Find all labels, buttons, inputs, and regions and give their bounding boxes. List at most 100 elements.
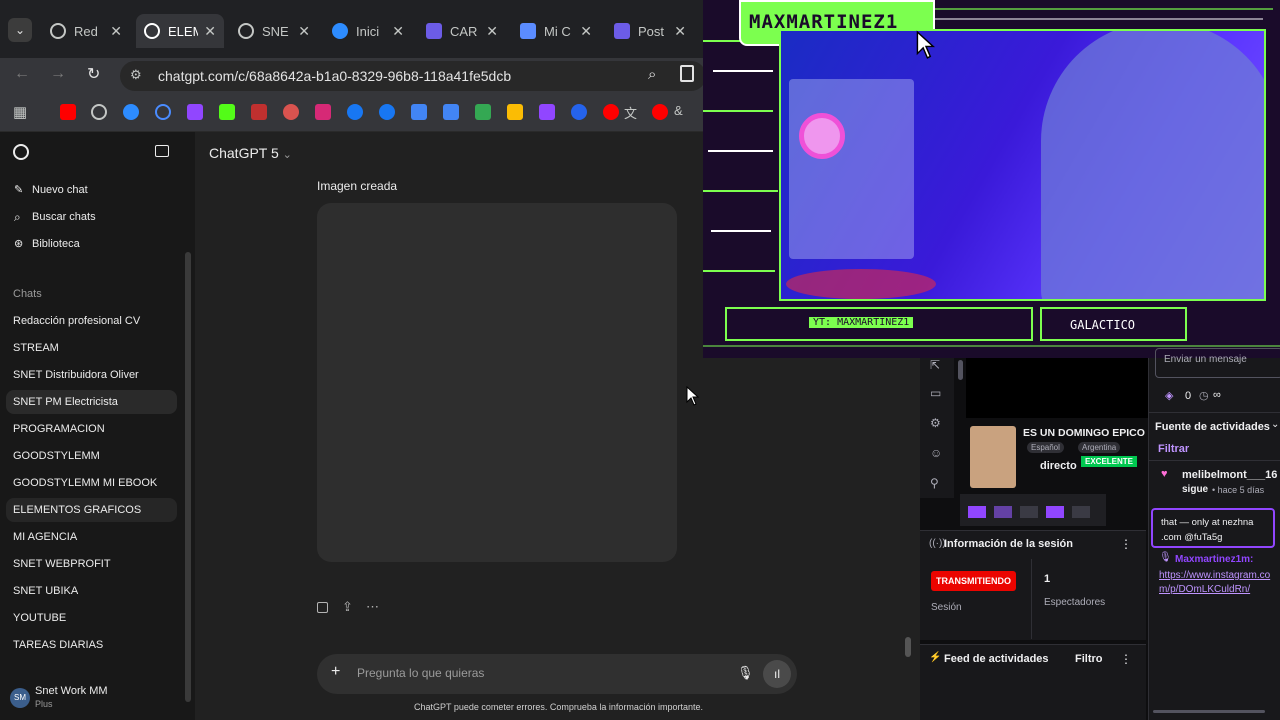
youtube-icon[interactable] — [60, 104, 76, 120]
main-scrollbar[interactable] — [905, 637, 911, 657]
chat-username[interactable]: Maxmartinez1m: — [1175, 554, 1253, 565]
chat-item[interactable]: STREAM — [13, 342, 59, 354]
heart-shield-icon — [614, 23, 630, 39]
copy-icon[interactable] — [317, 602, 328, 613]
close-icon[interactable]: ✕ — [392, 23, 404, 40]
chat-item[interactable]: SNET UBIKA — [13, 585, 78, 597]
library-button[interactable]: Biblioteca — [32, 238, 80, 250]
tab-label: Red — [74, 23, 98, 39]
youtube-icon[interactable] — [603, 104, 619, 120]
site-info-icon[interactable]: ⚙ — [130, 67, 142, 83]
kick-icon[interactable] — [219, 104, 235, 120]
tab-mic[interactable]: Mi C ✕ — [512, 14, 600, 48]
translate-icon[interactable]: 文 — [624, 103, 637, 122]
activity-source-header[interactable]: Fuente de actividades ⌄ — [1149, 412, 1280, 440]
search-chats-button[interactable]: Buscar chats — [32, 211, 96, 223]
tab-elem[interactable]: ELEM ✕ — [136, 14, 224, 48]
generated-image-placeholder[interactable] — [317, 203, 677, 562]
chat-scrollbar[interactable] — [1153, 710, 1265, 713]
omnibox[interactable]: ⚙ chatgpt.com/c/68a8642a-b1a0-8329-96b8-… — [120, 61, 706, 91]
openai-logo-icon[interactable] — [13, 144, 29, 160]
voice-mode-icon[interactable]: ıl — [763, 660, 791, 688]
add-user-icon[interactable]: ⚲ — [930, 476, 939, 490]
follower-name[interactable]: melibelmont___16 — [1182, 469, 1277, 481]
tag-chip[interactable]: Español — [1027, 442, 1064, 453]
chat-input[interactable]: Enviar un mensaje — [1155, 348, 1280, 378]
more-options-icon[interactable]: ⋯ — [366, 599, 379, 615]
facebook-icon[interactable] — [379, 104, 395, 120]
composer-input[interactable]: Pregunta lo que quieras — [357, 666, 484, 680]
face-icon[interactable]: ☺ — [930, 446, 942, 460]
canva-icon[interactable] — [123, 104, 139, 120]
chat-item[interactable]: YOUTUBE — [13, 612, 66, 624]
close-icon[interactable]: ✕ — [580, 23, 592, 40]
docs-icon[interactable] — [443, 104, 459, 120]
microphone-icon[interactable]: 🎙 — [737, 665, 754, 681]
instagram-icon[interactable] — [315, 104, 331, 120]
udemy-icon[interactable] — [571, 104, 587, 120]
composer[interactable]: + Pregunta lo que quieras 🎙 ıl — [317, 654, 797, 694]
tab-post[interactable]: Post ✕ — [606, 14, 694, 48]
tab-car[interactable]: CAR ✕ — [418, 14, 506, 48]
twitch-icon[interactable] — [187, 104, 203, 120]
channel-points-icon[interactable]: ◈ — [1165, 389, 1173, 402]
drive-icon[interactable] — [475, 104, 491, 120]
chat-item[interactable]: Redacción profesional CV — [13, 315, 140, 327]
chat-link[interactable]: https://www.instagram.com/p/DOmLKCuldRn/ — [1159, 569, 1275, 597]
meta-icon[interactable] — [155, 104, 171, 120]
chat-item[interactable]: MI AGENCIA — [13, 531, 77, 543]
user-profile[interactable]: SM Snet Work MM Plus — [10, 684, 180, 714]
tag-chip[interactable]: Argentina — [1078, 442, 1121, 453]
more-options-icon[interactable]: ⋮ — [1120, 652, 1132, 666]
game-icon[interactable] — [251, 104, 267, 120]
ticket-icon[interactable]: ▭ — [930, 386, 941, 400]
close-icon[interactable]: ✕ — [110, 23, 122, 40]
new-chat-button[interactable]: Nuevo chat — [32, 184, 88, 196]
preview-scrollbar[interactable] — [958, 360, 963, 380]
sidebar-toggle-icon[interactable] — [155, 145, 169, 157]
share-icon[interactable]: ⇱ — [930, 358, 940, 372]
settings-icon[interactable]: ⚙ — [930, 416, 941, 430]
zoom-icon[interactable]: ⌕ — [648, 66, 656, 83]
logo-icon[interactable] — [283, 104, 299, 120]
tab-sne[interactable]: SNE ✕ — [230, 14, 318, 48]
filter-link[interactable]: Filtrar — [1158, 443, 1189, 455]
chat-item[interactable]: SNET WEBPROFIT — [13, 558, 111, 570]
chat-item[interactable]: SNET PM Electricista — [13, 396, 118, 408]
twitch-icon[interactable] — [539, 104, 555, 120]
model-selector[interactable]: ChatGPT 5 ⌄ — [209, 145, 292, 161]
chat-item[interactable]: TAREAS DIARIAS — [13, 639, 103, 651]
reload-icon[interactable]: ↻ — [87, 64, 100, 84]
feed-filter-button[interactable]: Filtro — [1075, 653, 1103, 665]
chat-item[interactable]: SNET Distribuidora Oliver — [13, 369, 139, 381]
chat-item[interactable]: GOODSTYLEMM MI EBOOK — [13, 477, 157, 489]
share-icon[interactable]: ⇪ — [342, 599, 353, 615]
page-icon[interactable] — [680, 65, 694, 82]
stream-thumbnail[interactable] — [970, 426, 1016, 488]
plus-icon[interactable]: + — [331, 663, 340, 681]
back-icon[interactable]: ← — [14, 65, 30, 83]
chat-item[interactable]: ELEMENTOS GRAFICOS — [13, 504, 141, 516]
stream-preview[interactable] — [966, 358, 1148, 418]
close-icon[interactable]: ✕ — [674, 23, 686, 40]
tab-inici[interactable]: Inici ✕ — [324, 14, 412, 48]
close-icon[interactable]: ✕ — [486, 23, 498, 40]
chat-item[interactable]: GOODSTYLEMM — [13, 450, 100, 462]
openai-icon[interactable] — [91, 104, 107, 120]
forward-icon[interactable]: → — [50, 65, 66, 83]
facebook-icon[interactable] — [347, 104, 363, 120]
tab-search-button[interactable]: ⌄ — [8, 18, 32, 42]
close-icon[interactable]: ✕ — [298, 23, 310, 40]
apps-grid-icon[interactable]: ▦ — [13, 103, 27, 121]
more-options-icon[interactable]: ⋮ — [1120, 537, 1132, 551]
drive-icon[interactable] — [507, 104, 523, 120]
close-icon[interactable]: ✕ — [204, 23, 216, 40]
youtube-icon[interactable] — [652, 104, 668, 120]
more-bookmarks-icon[interactable]: & — [674, 103, 683, 118]
tab-red[interactable]: Red ✕ — [42, 14, 130, 48]
sidebar-scrollbar[interactable] — [185, 252, 191, 702]
docs-icon[interactable] — [411, 104, 427, 120]
chat-item[interactable]: PROGRAMACION — [13, 423, 105, 435]
yt-plate: YT: MAXMARTINEZ1 — [725, 307, 1033, 341]
url-text[interactable]: chatgpt.com/c/68a8642a-b1a0-8329-96b8-11… — [158, 68, 511, 84]
